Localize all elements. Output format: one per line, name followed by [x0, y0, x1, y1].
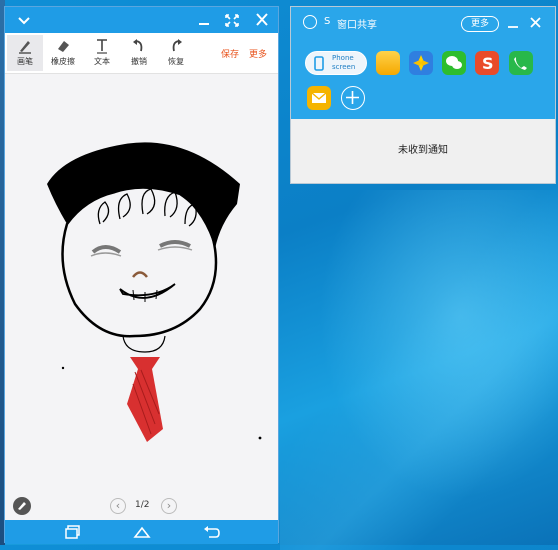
home-icon[interactable]	[133, 525, 151, 539]
phone-screen-label-2: screen	[332, 63, 356, 71]
drawing-window: 画笔 橡皮擦 文本 撤销 恢复 保存 更多 ‹ 1/2 ›	[4, 6, 279, 544]
drawing-window-titlebar	[5, 7, 278, 33]
recent-apps-icon[interactable]	[65, 525, 81, 539]
close-button[interactable]	[251, 10, 273, 30]
drawing-mouth	[119, 283, 176, 299]
notification-empty-text: 未收到通知	[398, 145, 448, 156]
share-title: 窗口共享	[337, 20, 377, 31]
text-tool-label: 文本	[94, 57, 110, 66]
phone-icon	[314, 56, 324, 71]
notification-area: 未收到通知	[291, 119, 555, 183]
phone-call-app-icon[interactable]	[509, 51, 533, 75]
drawing-right-eye	[159, 240, 191, 248]
share-minimize-icon[interactable]	[507, 17, 519, 29]
add-app-button[interactable]	[341, 86, 365, 110]
text-tool[interactable]: 文本	[84, 35, 120, 71]
minimize-button[interactable]	[193, 10, 215, 30]
share-close-icon[interactable]	[529, 16, 542, 29]
drawing-bottom-bar: ‹ 1/2 ›	[5, 497, 278, 519]
eraser-tool-label: 橡皮擦	[51, 57, 75, 66]
drawing-canvas[interactable]	[5, 74, 278, 494]
undo-tool-label: 撤销	[131, 57, 147, 66]
text-icon	[97, 39, 107, 54]
share-logo-icon	[303, 15, 317, 29]
pen-tool[interactable]: 画笔	[7, 35, 43, 71]
more-button[interactable]: 更多	[249, 47, 267, 60]
share-app-list: Phone screen S	[291, 39, 555, 119]
pen-icon	[19, 41, 31, 54]
plus-icon	[346, 91, 359, 104]
collapse-chevron-icon[interactable]	[13, 10, 35, 30]
save-button[interactable]: 保存	[221, 47, 239, 60]
pen-tool-label: 画笔	[17, 57, 33, 66]
redo-tool-label: 恢复	[168, 57, 184, 66]
drawing-tie-knot	[130, 357, 160, 369]
gallery-app-icon[interactable]	[409, 51, 433, 75]
eraser-icon	[58, 41, 69, 52]
next-page-button[interactable]: ›	[161, 498, 177, 514]
undo-icon	[133, 39, 143, 52]
phone-screen-button[interactable]: Phone screen	[305, 51, 367, 75]
wechat-app-icon[interactable]	[442, 51, 466, 75]
drawing-face	[61, 186, 218, 338]
drawing-left-eye	[91, 245, 122, 254]
eraser-tool[interactable]: 橡皮擦	[45, 35, 81, 71]
share-titlebar: S 窗口共享 更多	[291, 7, 555, 39]
desktop-wallpaper	[280, 190, 558, 550]
pen-settings-icon[interactable]	[13, 497, 31, 515]
redo-tool[interactable]: 恢复	[158, 35, 194, 71]
share-more-button[interactable]: 更多	[461, 16, 499, 32]
drawing-nose	[132, 271, 148, 278]
folder-app-icon[interactable]	[376, 51, 400, 75]
android-nav-bar	[5, 520, 278, 544]
undo-tool[interactable]: 撤销	[121, 35, 157, 71]
page-indicator: 1/2	[135, 500, 150, 510]
redo-icon	[172, 39, 182, 52]
back-icon[interactable]	[203, 525, 221, 539]
svg-text:S: S	[482, 54, 494, 73]
mail-app-icon[interactable]	[307, 86, 331, 110]
phone-screen-label-1: Phone	[332, 54, 354, 62]
prev-page-button[interactable]: ‹	[110, 498, 126, 514]
share-logo-letter: S	[324, 16, 331, 27]
fullscreen-button[interactable]	[221, 10, 243, 30]
drawing-toolbar: 画笔 橡皮擦 文本 撤销 恢复 保存 更多	[5, 33, 278, 74]
window-share-panel: S 窗口共享 更多 Phone screen S 未收到通知	[290, 6, 556, 184]
s-app-icon[interactable]: S	[475, 51, 499, 75]
